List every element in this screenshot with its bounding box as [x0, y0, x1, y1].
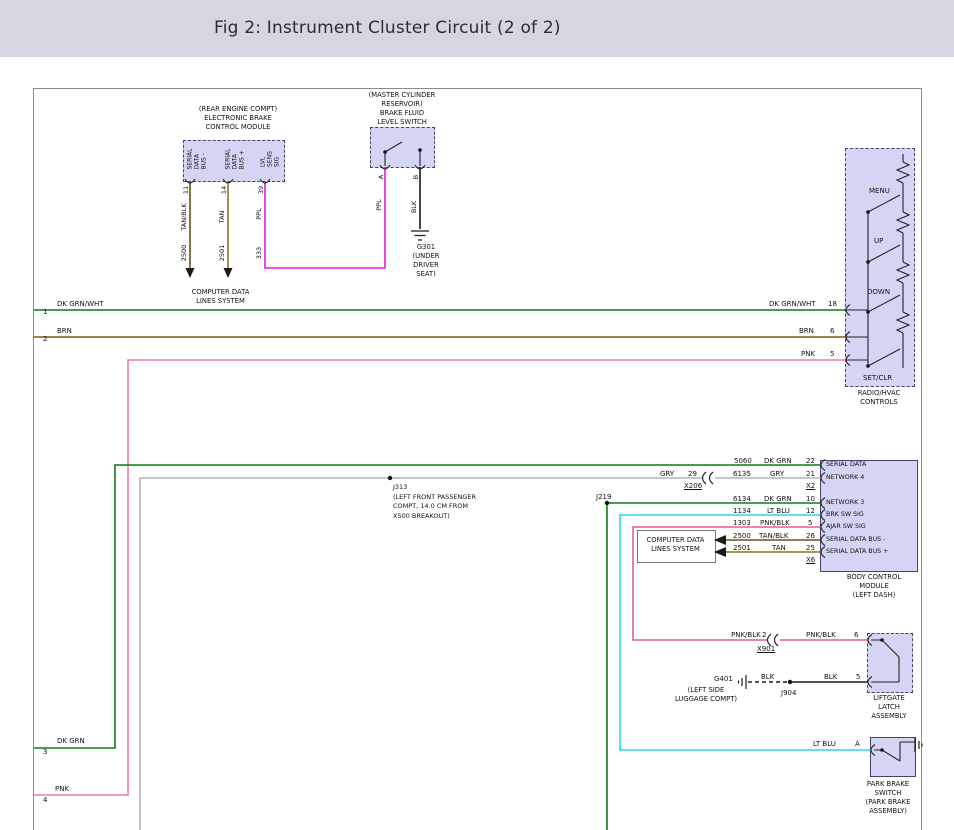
wire-color-label: PNK/BLK [806, 631, 836, 639]
circuit-number-label: 1134 [733, 507, 751, 515]
pin-number-label: 2 [762, 631, 766, 639]
pin-number-label: 22 [806, 457, 815, 465]
liftgate-label: LIFTGATE LATCH ASSEMBLY [864, 694, 914, 721]
wire-color-label: BRN [799, 327, 814, 335]
wire-color-label: GRY [770, 470, 784, 478]
radio-button-label: SET/CLR [863, 374, 892, 382]
circuit-number-label: 6135 [733, 470, 751, 478]
wire-color-label: TAN [218, 211, 226, 224]
wire-color-label: BLK [410, 201, 418, 213]
circuit-number-label: 5060 [734, 457, 752, 465]
pin-number-label: A [855, 740, 860, 748]
ebcm-signal-label: SERIALDATABUS - [187, 149, 208, 170]
pin-number-label: 11 [182, 186, 190, 194]
pin-number-label: 39 [257, 186, 265, 194]
bcm-signal-label: AJAR SW SIG [826, 523, 866, 531]
connector-id-label: X2 [806, 482, 815, 490]
connector-id-label: X901 [757, 645, 775, 653]
wire-color-label: TAN/BLK [759, 532, 788, 540]
wire-number-label: 2 [43, 335, 47, 343]
radio-button-label: MENU [869, 187, 890, 195]
radio-button-label: DOWN [867, 288, 890, 296]
pin-number-label: 12 [806, 507, 815, 515]
wire-color-label: DK GRN [57, 737, 85, 745]
pin-number-label: 6 [830, 327, 834, 335]
pin-number-label: 25 [806, 544, 815, 552]
ebcm-title: (REAR ENGINE COMPT) ELECTRONIC BRAKE CON… [175, 105, 301, 132]
radio-button-label: UP [874, 237, 883, 245]
pin-number-label: 21 [806, 470, 815, 478]
connector-id-label: X6 [806, 556, 815, 564]
pin-number-label: 14 [220, 186, 228, 194]
bcm-signal-label: BRK SW SIG [826, 511, 864, 519]
wire-color-label: BRN [57, 327, 72, 335]
circuit-number-label: 2501 [733, 544, 751, 552]
bfls-title: (MASTER CYLINDER RESERVOIR) BRAKE FLUID … [363, 91, 441, 127]
splice-j313-label: J313 (LEFT FRONT PASSENGER COMPT, 14.0 C… [393, 483, 476, 521]
ebcm-signal-label: SERIALDATABUS + [225, 149, 246, 170]
wire-color-label: PPL [255, 208, 263, 219]
pin-number-label: 5 [808, 519, 812, 527]
pin-number-label: 26 [806, 532, 815, 540]
wire-color-label: DK GRN/WHT [57, 300, 104, 308]
ground-g401-location: (LEFT SIDE LUGGAGE COMPT) [658, 686, 754, 704]
bcm-signal-label: NETWORK 3 [826, 499, 864, 507]
radio-hvac-controls-box [845, 148, 915, 387]
pin-number-label: A [377, 175, 385, 179]
park-brake-switch-box [870, 737, 916, 777]
wire-color-label: DK GRN [764, 495, 792, 503]
wiring-diagram-page: Fig 2: Instrument Cluster Circuit (2 of … [0, 0, 954, 830]
wire-color-label: PNK/BLK [760, 519, 790, 527]
wire-color-label: DK GRN [764, 457, 792, 465]
wire-number-label: 3 [43, 748, 47, 756]
pin-number-label: 29 [688, 470, 697, 478]
bcm-signal-label: NETWORK 4 [826, 474, 864, 482]
circuit-number-label: 2500 [733, 532, 751, 540]
pin-number-label: 10 [806, 495, 815, 503]
radio-hvac-label: RADIO/HVAC CONTROLS [843, 389, 915, 407]
wire-color-label: TAN [772, 544, 786, 552]
ground-g401-label: G401 [714, 675, 733, 683]
bcm-signal-label: SERIAL DATA BUS + [826, 548, 888, 556]
pin-number-label: 6 [854, 631, 858, 639]
circuit-number-label: 6134 [733, 495, 751, 503]
splice-j219-label: J219 [596, 493, 611, 501]
wire-color-label: PNK [55, 785, 69, 793]
wire-color-label: GRY [660, 470, 674, 478]
splice-j904-label: J904 [781, 689, 796, 697]
wire-color-label: BLK [824, 673, 837, 681]
connector-id-label: X206 [684, 482, 702, 490]
circuit-number-label: 333 [255, 247, 263, 259]
wire-color-label: PPL [375, 199, 383, 210]
pin-number-label: 5 [856, 673, 860, 681]
wire-number-label: 4 [43, 796, 47, 804]
bcm-label: BODY CONTROL MODULE (LEFT DASH) [832, 573, 916, 600]
pin-number-label: B [412, 175, 420, 179]
wire-number-label: 1 [43, 308, 47, 316]
liftgate-latch-box [867, 633, 913, 693]
computer-data-lines-note: COMPUTER DATA LINES SYSTEM [178, 288, 263, 306]
circuit-number-label: 1303 [733, 519, 751, 527]
pin-number-label: 18 [828, 300, 837, 308]
wire-color-label: TAN/BLK [180, 203, 188, 230]
circuit-number-label: 2501 [218, 245, 226, 262]
wire-color-label: PNK/BLK [731, 631, 761, 639]
wire-color-label: LT BLU [767, 507, 790, 515]
wire-color-label: LT BLU [813, 740, 836, 748]
wire-color-label: PNK [801, 350, 815, 358]
ground-g301-label: G301 (UNDER DRIVER SEAT) [402, 243, 450, 279]
bcm-signal-label: SERIAL DATA [826, 461, 866, 469]
figure-title-bar: Fig 2: Instrument Cluster Circuit (2 of … [0, 0, 954, 57]
computer-data-lines-label: COMPUTER DATA LINES SYSTEM [637, 536, 714, 554]
brake-fluid-switch-box [370, 127, 435, 168]
wire-color-label: DK GRN/WHT [769, 300, 816, 308]
wire-color-label: BLK [761, 673, 774, 681]
pin-number-label: 5 [830, 350, 834, 358]
ebcm-signal-label: LVLSENSSIG [260, 151, 281, 167]
park-brake-label: PARK BRAKE SWITCH (PARK BRAKE ASSEMBLY) [858, 780, 918, 816]
circuit-number-label: 2500 [180, 245, 188, 262]
figure-title: Fig 2: Instrument Cluster Circuit (2 of … [214, 18, 561, 38]
bcm-signal-label: SERIAL DATA BUS - [826, 536, 885, 544]
